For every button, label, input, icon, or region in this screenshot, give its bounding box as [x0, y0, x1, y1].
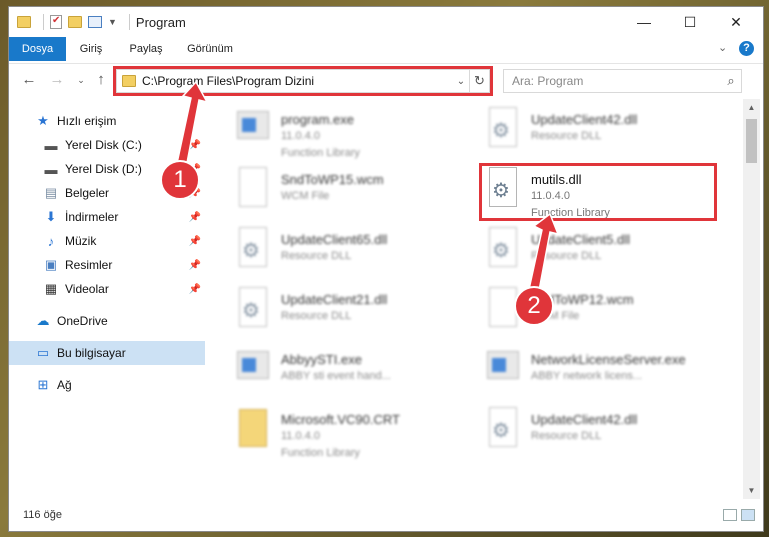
- annotation-arrows: [175, 80, 560, 297]
- arrow-2-icon: [527, 212, 560, 297]
- step-badge-1: 1: [160, 160, 200, 200]
- arrow-1-icon: [175, 80, 209, 169]
- step-badge-2: 2: [514, 286, 554, 326]
